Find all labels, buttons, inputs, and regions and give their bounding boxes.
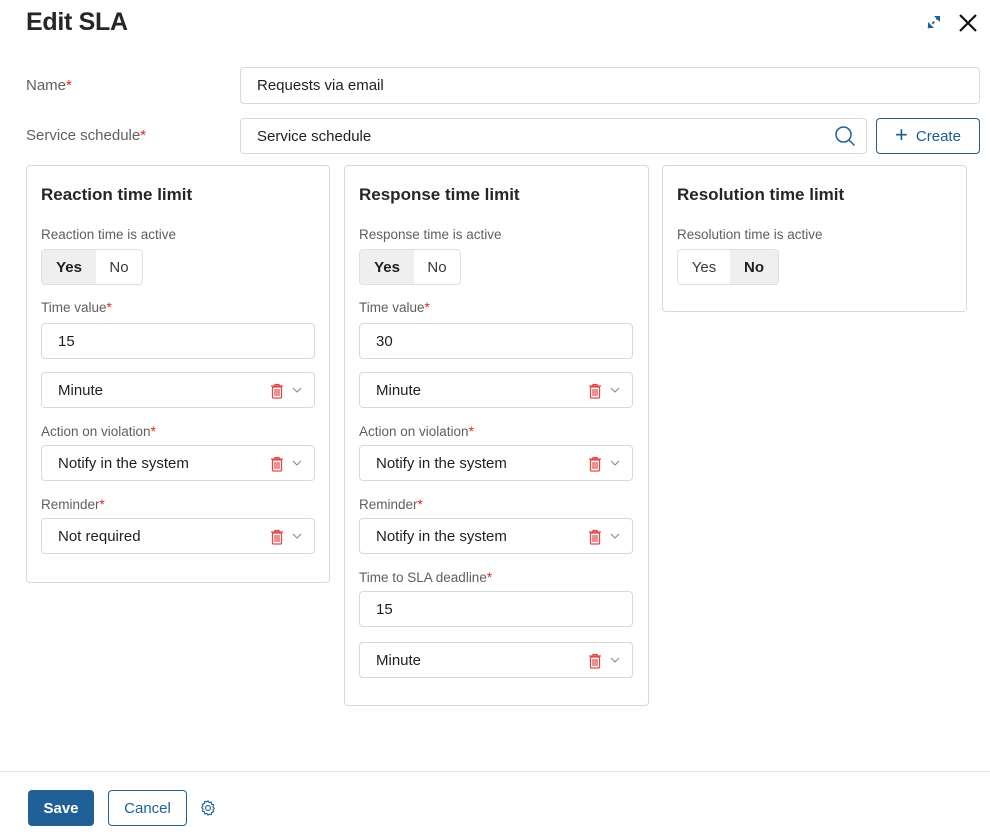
service-schedule-input[interactable]: Service schedule xyxy=(240,118,867,154)
response-reminder-select[interactable]: Notify in the system xyxy=(359,518,633,554)
reaction-reminder-select[interactable]: Not required xyxy=(41,518,315,554)
name-label: Name* xyxy=(26,77,72,94)
trash-icon[interactable] xyxy=(588,653,602,669)
service-schedule-value: Service schedule xyxy=(257,127,372,145)
resolution-active-yes[interactable]: Yes xyxy=(678,250,730,284)
footer-divider xyxy=(0,771,990,772)
reaction-time-value-input[interactable]: 15 xyxy=(41,323,315,359)
expand-icon[interactable] xyxy=(924,12,944,32)
gear-icon[interactable] xyxy=(199,799,217,817)
response-time-unit-select[interactable]: Minute xyxy=(359,372,633,408)
cancel-button[interactable]: Cancel xyxy=(108,790,187,826)
response-deadline-label: Time to SLA deadline* xyxy=(359,570,493,585)
reaction-card-title: Reaction time limit xyxy=(41,185,193,204)
response-active-toggle[interactable]: Yes No xyxy=(359,249,461,285)
plus-icon: + xyxy=(895,122,908,147)
reaction-action-select[interactable]: Notify in the system xyxy=(41,445,315,481)
resolution-active-label: Resolution time is active xyxy=(677,227,823,242)
resolution-time-card: Resolution time limit Resolution time is… xyxy=(662,165,967,312)
trash-icon[interactable] xyxy=(270,529,284,545)
reaction-active-yes[interactable]: Yes xyxy=(42,250,96,284)
response-active-yes[interactable]: Yes xyxy=(360,250,414,284)
service-schedule-label: Service schedule* xyxy=(26,127,147,144)
name-input[interactable]: Requests via email xyxy=(240,67,980,104)
trash-icon[interactable] xyxy=(588,529,602,545)
response-deadline-input[interactable]: 15 xyxy=(359,591,633,627)
search-icon[interactable] xyxy=(834,125,856,147)
resolution-active-toggle[interactable]: Yes No xyxy=(677,249,779,285)
trash-icon[interactable] xyxy=(588,383,602,399)
trash-icon[interactable] xyxy=(270,383,284,399)
reaction-action-label: Action on violation* xyxy=(41,424,156,439)
response-reminder-label: Reminder* xyxy=(359,497,423,512)
reaction-time-value-label: Time value* xyxy=(41,300,112,315)
save-button[interactable]: Save xyxy=(28,790,94,826)
chevron-down-icon[interactable] xyxy=(292,386,302,394)
response-deadline-unit-select[interactable]: Minute xyxy=(359,642,633,678)
reaction-time-unit-select[interactable]: Minute xyxy=(41,372,315,408)
chevron-down-icon[interactable] xyxy=(610,459,620,467)
chevron-down-icon[interactable] xyxy=(610,386,620,394)
reaction-active-toggle[interactable]: Yes No xyxy=(41,249,143,285)
chevron-down-icon[interactable] xyxy=(610,532,620,540)
reaction-active-no[interactable]: No xyxy=(96,250,142,284)
create-button-label: Create xyxy=(915,127,961,145)
response-time-value-input[interactable]: 30 xyxy=(359,323,633,359)
chevron-down-icon[interactable] xyxy=(610,656,620,664)
response-action-select[interactable]: Notify in the system xyxy=(359,445,633,481)
chevron-down-icon[interactable] xyxy=(292,532,302,540)
response-action-label: Action on violation* xyxy=(359,424,474,439)
create-button[interactable]: + Create xyxy=(876,118,980,154)
trash-icon[interactable] xyxy=(270,456,284,472)
reaction-time-card: Reaction time limit Reaction time is act… xyxy=(26,165,330,583)
response-time-card: Response time limit Response time is act… xyxy=(344,165,649,706)
name-input-value: Requests via email xyxy=(257,77,384,94)
close-icon[interactable] xyxy=(957,12,979,34)
response-card-title: Response time limit xyxy=(359,185,520,204)
resolution-active-no[interactable]: No xyxy=(730,250,778,284)
chevron-down-icon[interactable] xyxy=(292,459,302,467)
resolution-card-title: Resolution time limit xyxy=(677,185,845,204)
response-active-no[interactable]: No xyxy=(414,250,460,284)
response-time-value-label: Time value* xyxy=(359,300,430,315)
page-title: Edit SLA xyxy=(26,8,128,36)
reaction-reminder-label: Reminder* xyxy=(41,497,105,512)
response-active-label: Response time is active xyxy=(359,227,502,242)
trash-icon[interactable] xyxy=(588,456,602,472)
reaction-active-label: Reaction time is active xyxy=(41,227,177,242)
